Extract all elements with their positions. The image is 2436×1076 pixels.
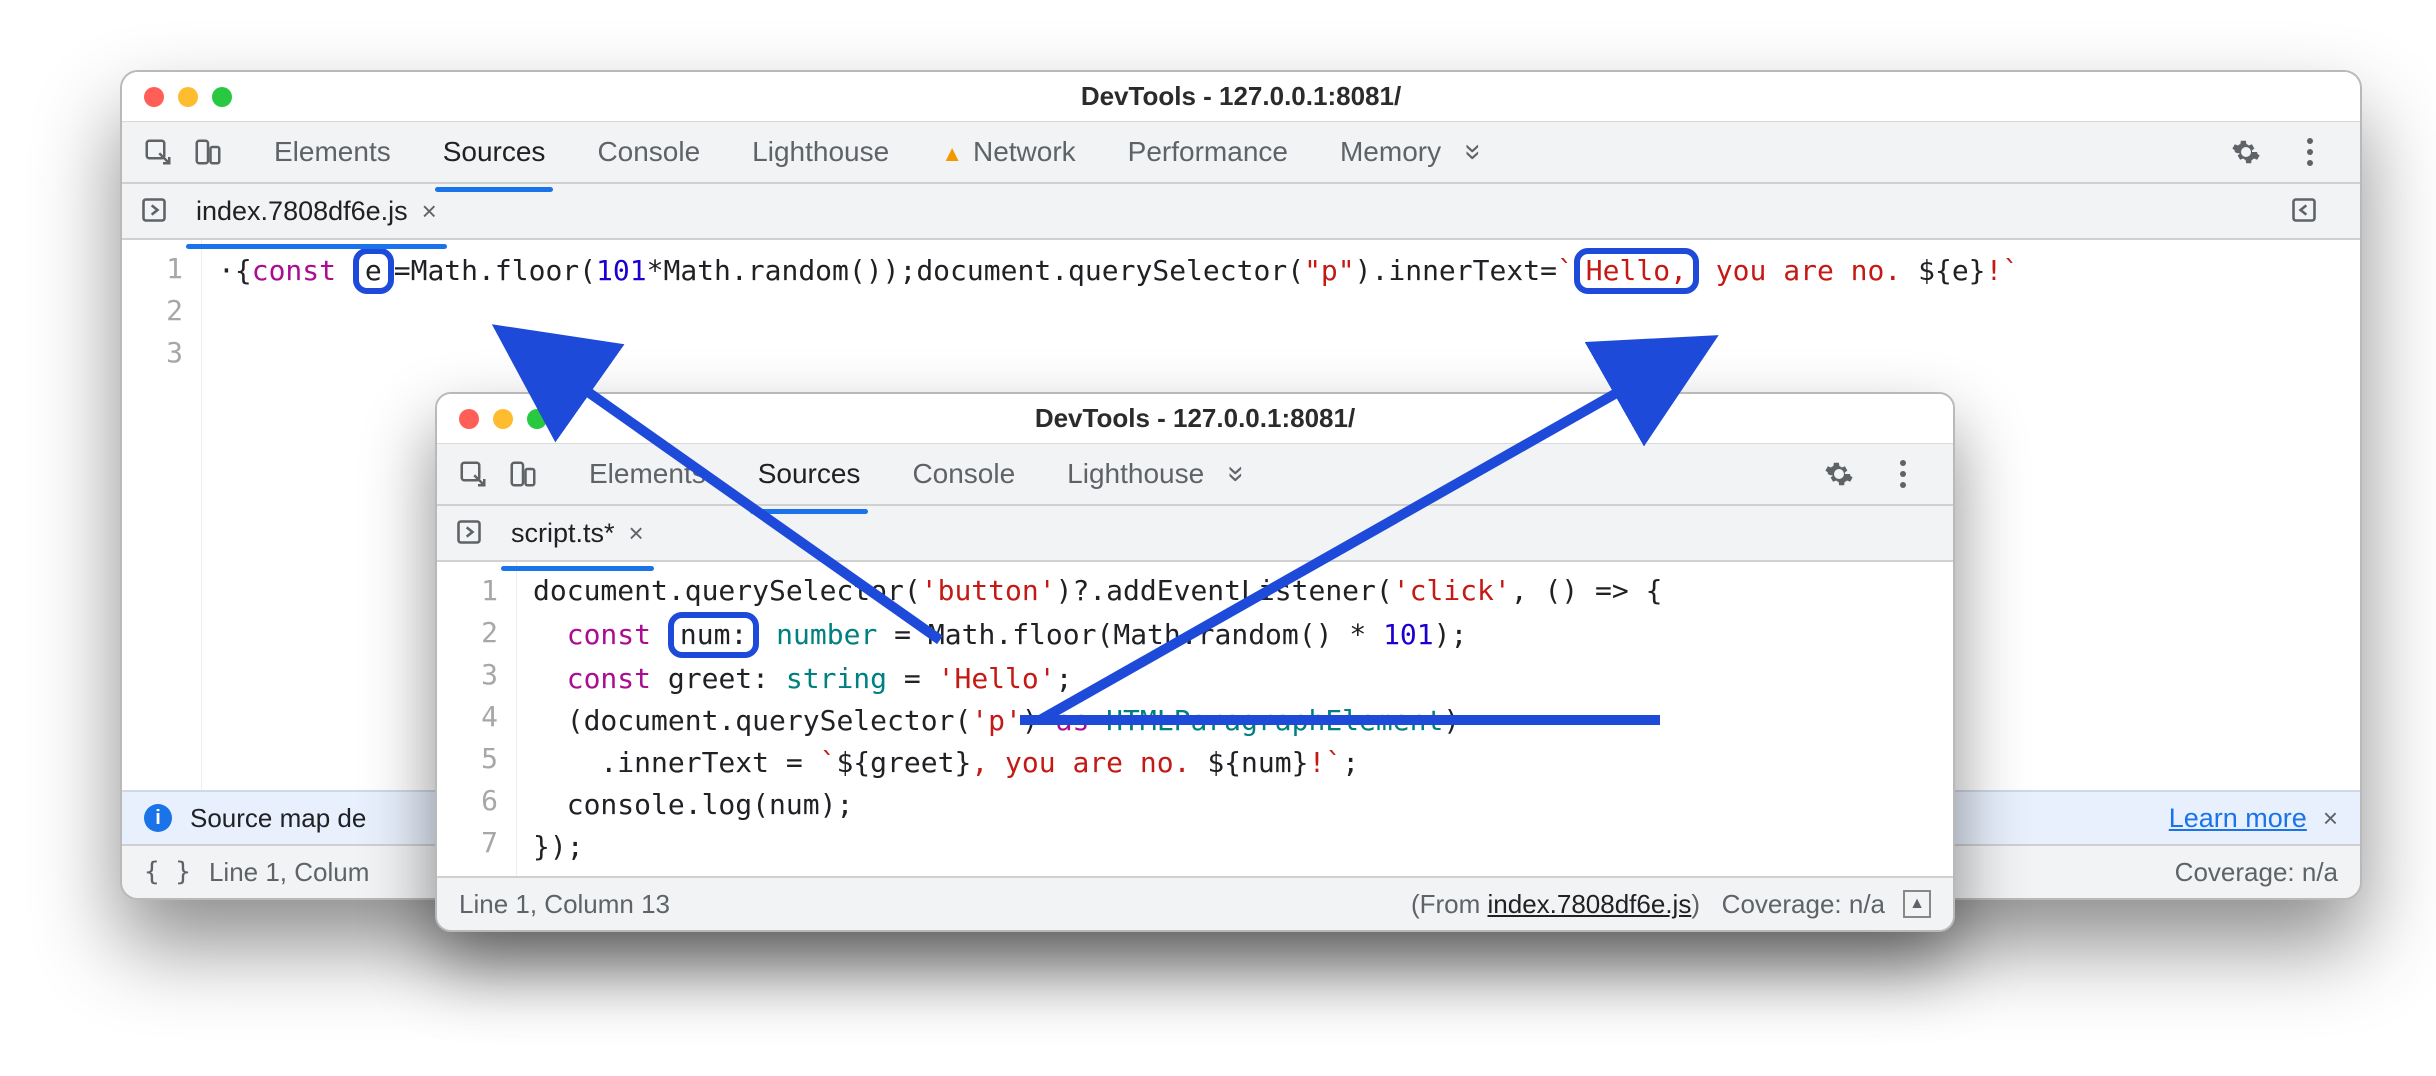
line-number: 1 [122,248,183,290]
line-gutter: 1 2 3 4 5 6 7 [437,562,517,876]
statusbar-small: Line 1, Column 13 (From index.7808df6e.j… [437,876,1953,930]
from-file: (From index.7808df6e.js) Coverage: n/a [1411,889,1885,920]
learn-more-link[interactable]: Learn more [2169,803,2307,834]
tab-performance[interactable]: Performance [1124,124,1292,180]
tab-console[interactable]: Console [908,446,1019,502]
close-file-icon[interactable]: × [629,518,644,549]
line-number: 7 [437,822,498,864]
panel-tabs: Elements Sources Console Lighthouse [585,446,1208,502]
from-file-link[interactable]: index.7808df6e.js [1488,889,1692,919]
minimize-icon[interactable] [493,409,513,429]
more-tabs-icon[interactable]: » [1456,144,1490,161]
inspect-element-icon[interactable] [140,134,176,170]
highlight-hello: Hello, [1574,248,1699,294]
line-number: 3 [122,332,183,374]
close-icon[interactable] [459,409,479,429]
line-number: 4 [437,696,498,738]
dismiss-infobar-icon[interactable]: × [2323,803,2338,834]
line-number: 2 [437,612,498,654]
editor-small[interactable]: 1 2 3 4 5 6 7 document.querySelector('bu… [437,562,1953,876]
file-tab-bar: script.ts* × [437,506,1953,562]
pretty-print-icon[interactable]: { } [144,857,191,887]
tab-console[interactable]: Console [593,124,704,180]
line-number: 6 [437,780,498,822]
line-number: 3 [437,654,498,696]
line-number: 1 [437,570,498,612]
more-tabs-icon[interactable]: » [1220,466,1254,483]
settings-icon[interactable] [1821,459,1857,489]
inspect-element-icon[interactable] [455,456,491,492]
file-tab-script-ts[interactable]: script.ts* × [507,508,648,559]
devtools-window-small: DevTools - 127.0.0.1:8081/ Elements Sour… [435,392,1955,932]
expand-icon[interactable]: ▲ [1903,890,1931,918]
coverage-status: Coverage: n/a [1722,889,1885,919]
file-tab-index-js[interactable]: index.7808df6e.js × [192,186,441,237]
cursor-position: Line 1, Colum [209,857,369,888]
tab-sources[interactable]: Sources [439,124,550,180]
small-toolbar: Elements Sources Console Lighthouse » [437,444,1953,506]
settings-icon[interactable] [2228,137,2264,167]
tab-lighthouse[interactable]: Lighthouse [748,124,893,180]
infobar-text: Source map de [190,803,366,834]
info-icon: i [144,804,172,832]
window-title: DevTools - 127.0.0.1:8081/ [437,403,1953,434]
cursor-position: Line 1, Column 13 [459,889,670,920]
line-gutter: 1 2 3 [122,240,202,790]
titlebar-small[interactable]: DevTools - 127.0.0.1:8081/ [437,394,1953,444]
titlebar-main[interactable]: DevTools - 127.0.0.1:8081/ [122,72,2360,122]
kebab-menu-icon[interactable] [1885,460,1921,488]
highlight-var-e: e [353,248,394,294]
tab-lighthouse[interactable]: Lighthouse [1063,446,1208,502]
tab-sources[interactable]: Sources [754,446,865,502]
tab-network[interactable]: Network [937,124,1079,180]
line-number: 5 [437,738,498,780]
show-sidebar-icon[interactable] [2290,196,2320,226]
device-toolbar-icon[interactable] [505,456,541,492]
window-title: DevTools - 127.0.0.1:8081/ [122,81,2360,112]
main-toolbar: Elements Sources Console Lighthouse Netw… [122,122,2360,184]
file-tab-label: script.ts* [511,518,615,549]
navigator-toggle-icon[interactable] [140,196,170,226]
file-tab-bar: index.7808df6e.js × [122,184,2360,240]
highlight-num: num: [668,612,759,658]
device-toolbar-icon[interactable] [190,134,226,170]
tab-memory[interactable]: Memory [1336,124,1445,180]
line-number: 2 [122,290,183,332]
file-tab-label: index.7808df6e.js [196,196,408,227]
close-icon[interactable] [144,87,164,107]
kebab-menu-icon[interactable] [2292,138,2328,166]
panel-tabs: Elements Sources Console Lighthouse Netw… [270,124,1445,180]
tab-elements[interactable]: Elements [585,446,710,502]
tab-elements[interactable]: Elements [270,124,395,180]
close-file-icon[interactable]: × [422,196,437,227]
zoom-icon[interactable] [212,87,232,107]
zoom-icon[interactable] [527,409,547,429]
minimize-icon[interactable] [178,87,198,107]
navigator-toggle-icon[interactable] [455,518,485,548]
code-content[interactable]: document.querySelector('button')?.addEve… [517,562,1678,876]
coverage-status: Coverage: n/a [2175,857,2338,888]
